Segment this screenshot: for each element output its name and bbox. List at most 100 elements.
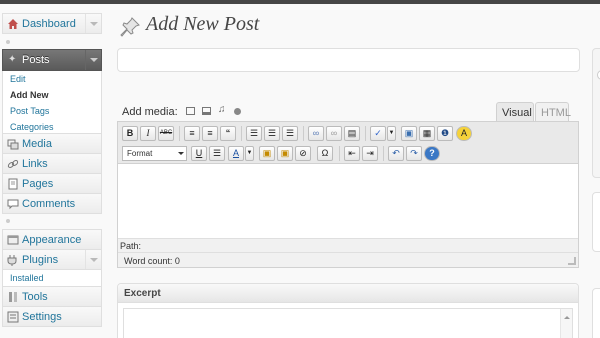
pushpin-icon: ✦: [8, 54, 17, 65]
add-video-icon[interactable]: [202, 107, 211, 115]
add-media-label: Add media:: [122, 106, 178, 118]
submenu-item-post-tags[interactable]: Post Tags: [3, 103, 101, 119]
toolbar-separator: [179, 126, 180, 141]
toolbar-separator: [241, 126, 242, 141]
media-icon: [7, 139, 19, 150]
editor-path-bar: Path:: [118, 238, 578, 252]
excerpt-box: Excerpt: [117, 283, 579, 338]
plugins-icon: [7, 255, 17, 266]
sidebar-item-label: Tools: [22, 291, 48, 303]
sidebar-item-media[interactable]: Media: [2, 133, 102, 154]
sidebar-item-settings[interactable]: Settings: [2, 306, 102, 327]
excerpt-title[interactable]: Excerpt: [118, 284, 578, 303]
spellcheck-icon[interactable]: ✓: [370, 126, 386, 141]
submenu-item-add-new[interactable]: Add New: [3, 87, 101, 103]
plugins-submenu: Installed: [2, 270, 102, 287]
add-image-icon[interactable]: [186, 107, 195, 115]
sidebar-item-label: Dashboard: [22, 18, 76, 30]
word-count: Word count: 0: [118, 252, 578, 267]
sidebar-item-comments[interactable]: Comments: [2, 193, 102, 214]
align-right-button[interactable]: ☰: [282, 126, 298, 141]
tab-visual[interactable]: Visual: [496, 102, 534, 122]
toolbar-separator: [383, 146, 384, 161]
add-audio-icon[interactable]: ♫: [218, 104, 226, 115]
submenu-item-edit[interactable]: Edit: [3, 71, 101, 87]
post-title-input[interactable]: [117, 48, 580, 72]
pushpin-icon: [120, 17, 140, 37]
excerpt-scrollbar[interactable]: [560, 309, 572, 338]
chevron-down-icon[interactable]: [85, 14, 101, 33]
chevron-down-icon[interactable]: [85, 50, 101, 70]
publish-box: [592, 48, 600, 178]
side-metabox: [592, 288, 600, 338]
bold-button[interactable]: B: [122, 126, 138, 141]
paste-word-button[interactable]: ▣: [277, 146, 293, 161]
more-tag-button[interactable]: ▤: [344, 126, 360, 141]
unlink-button[interactable]: ∞: [326, 126, 342, 141]
sidebar-item-label: Links: [22, 158, 48, 170]
menu-separator: [6, 40, 10, 44]
sidebar-item-tools[interactable]: Tools: [2, 286, 102, 307]
sidebar-item-dashboard[interactable]: Dashboard: [2, 13, 102, 34]
format-dropdown[interactable]: Format: [122, 146, 187, 161]
toolbar-separator: [365, 126, 366, 141]
font-highlight-button[interactable]: A: [456, 126, 472, 141]
admin-top-bar: [0, 0, 600, 4]
underline-button[interactable]: U: [191, 146, 207, 161]
fullscreen-button[interactable]: ▣: [401, 126, 417, 141]
posts-submenu: Edit Add New Post Tags Categories: [2, 71, 102, 136]
align-center-button[interactable]: ☰: [264, 126, 280, 141]
spellcheck-dropdown[interactable]: ▼: [387, 126, 396, 141]
sidebar-item-plugins[interactable]: Plugins: [2, 249, 102, 270]
sidebar-item-pages[interactable]: Pages: [2, 173, 102, 194]
page-title: Add New Post: [146, 13, 260, 35]
add-media-icon[interactable]: [234, 108, 241, 115]
help-button[interactable]: ?: [424, 146, 440, 161]
editor-toolbar: B I ABC ≡ ≡ “ ☰ ☰ ☰ ∞ ∞ ▤ ✓ ▼ ▣ ▦ ❶ A Fo…: [118, 122, 578, 164]
justify-button[interactable]: ☰: [209, 146, 225, 161]
text-color-button[interactable]: A: [228, 146, 244, 161]
align-left-button[interactable]: ☰: [246, 126, 262, 141]
strikethrough-button[interactable]: ABC: [158, 126, 174, 141]
pages-icon: [8, 178, 18, 190]
sidebar-item-label: Plugins: [22, 254, 59, 266]
outdent-button[interactable]: ⇤: [344, 146, 360, 161]
settings-icon: [7, 311, 19, 323]
link-button[interactable]: ∞: [308, 126, 324, 141]
links-icon: [7, 160, 19, 168]
sidebar-item-links[interactable]: Links: [2, 153, 102, 174]
toolbar-separator: [303, 126, 304, 141]
numbered-list-button[interactable]: ≡: [202, 126, 218, 141]
menu-separator: [6, 219, 10, 223]
special-character-button[interactable]: Ω: [317, 146, 333, 161]
undo-button[interactable]: ↶: [388, 146, 404, 161]
sidebar-item-posts[interactable]: ✦ Posts: [2, 49, 102, 71]
redo-button[interactable]: ↷: [406, 146, 422, 161]
text-color-dropdown[interactable]: ▼: [245, 146, 254, 161]
sidebar-item-label: Appearance: [22, 234, 82, 246]
clear-formatting-button[interactable]: ⊘: [295, 146, 311, 161]
tools-icon: [9, 292, 17, 302]
excerpt-textarea[interactable]: [123, 308, 573, 338]
editor-content-area[interactable]: [118, 165, 578, 238]
side-metabox: [592, 192, 600, 252]
comments-icon: [7, 199, 19, 210]
sidebar-item-appearance[interactable]: Appearance: [2, 229, 102, 250]
resize-handle[interactable]: [568, 257, 576, 265]
sidebar-item-label: Posts: [22, 54, 50, 66]
paste-text-button[interactable]: ▣: [259, 146, 275, 161]
submenu-item-installed[interactable]: Installed: [3, 270, 101, 286]
kitchen-sink-button[interactable]: ▦: [419, 126, 435, 141]
sidebar-item-label: Pages: [22, 178, 54, 190]
italic-button[interactable]: I: [140, 126, 156, 141]
chevron-down-icon[interactable]: [85, 250, 101, 269]
code-button[interactable]: ❶: [437, 126, 453, 141]
bullet-list-button[interactable]: ≡: [184, 126, 200, 141]
blockquote-button[interactable]: “: [220, 126, 236, 141]
sidebar-item-label: Settings: [22, 311, 62, 323]
toolbar-separator: [339, 146, 340, 161]
appearance-icon: [7, 235, 19, 245]
tab-html[interactable]: HTML: [535, 102, 571, 122]
sidebar-item-label: Media: [22, 138, 52, 150]
indent-button[interactable]: ⇥: [362, 146, 378, 161]
